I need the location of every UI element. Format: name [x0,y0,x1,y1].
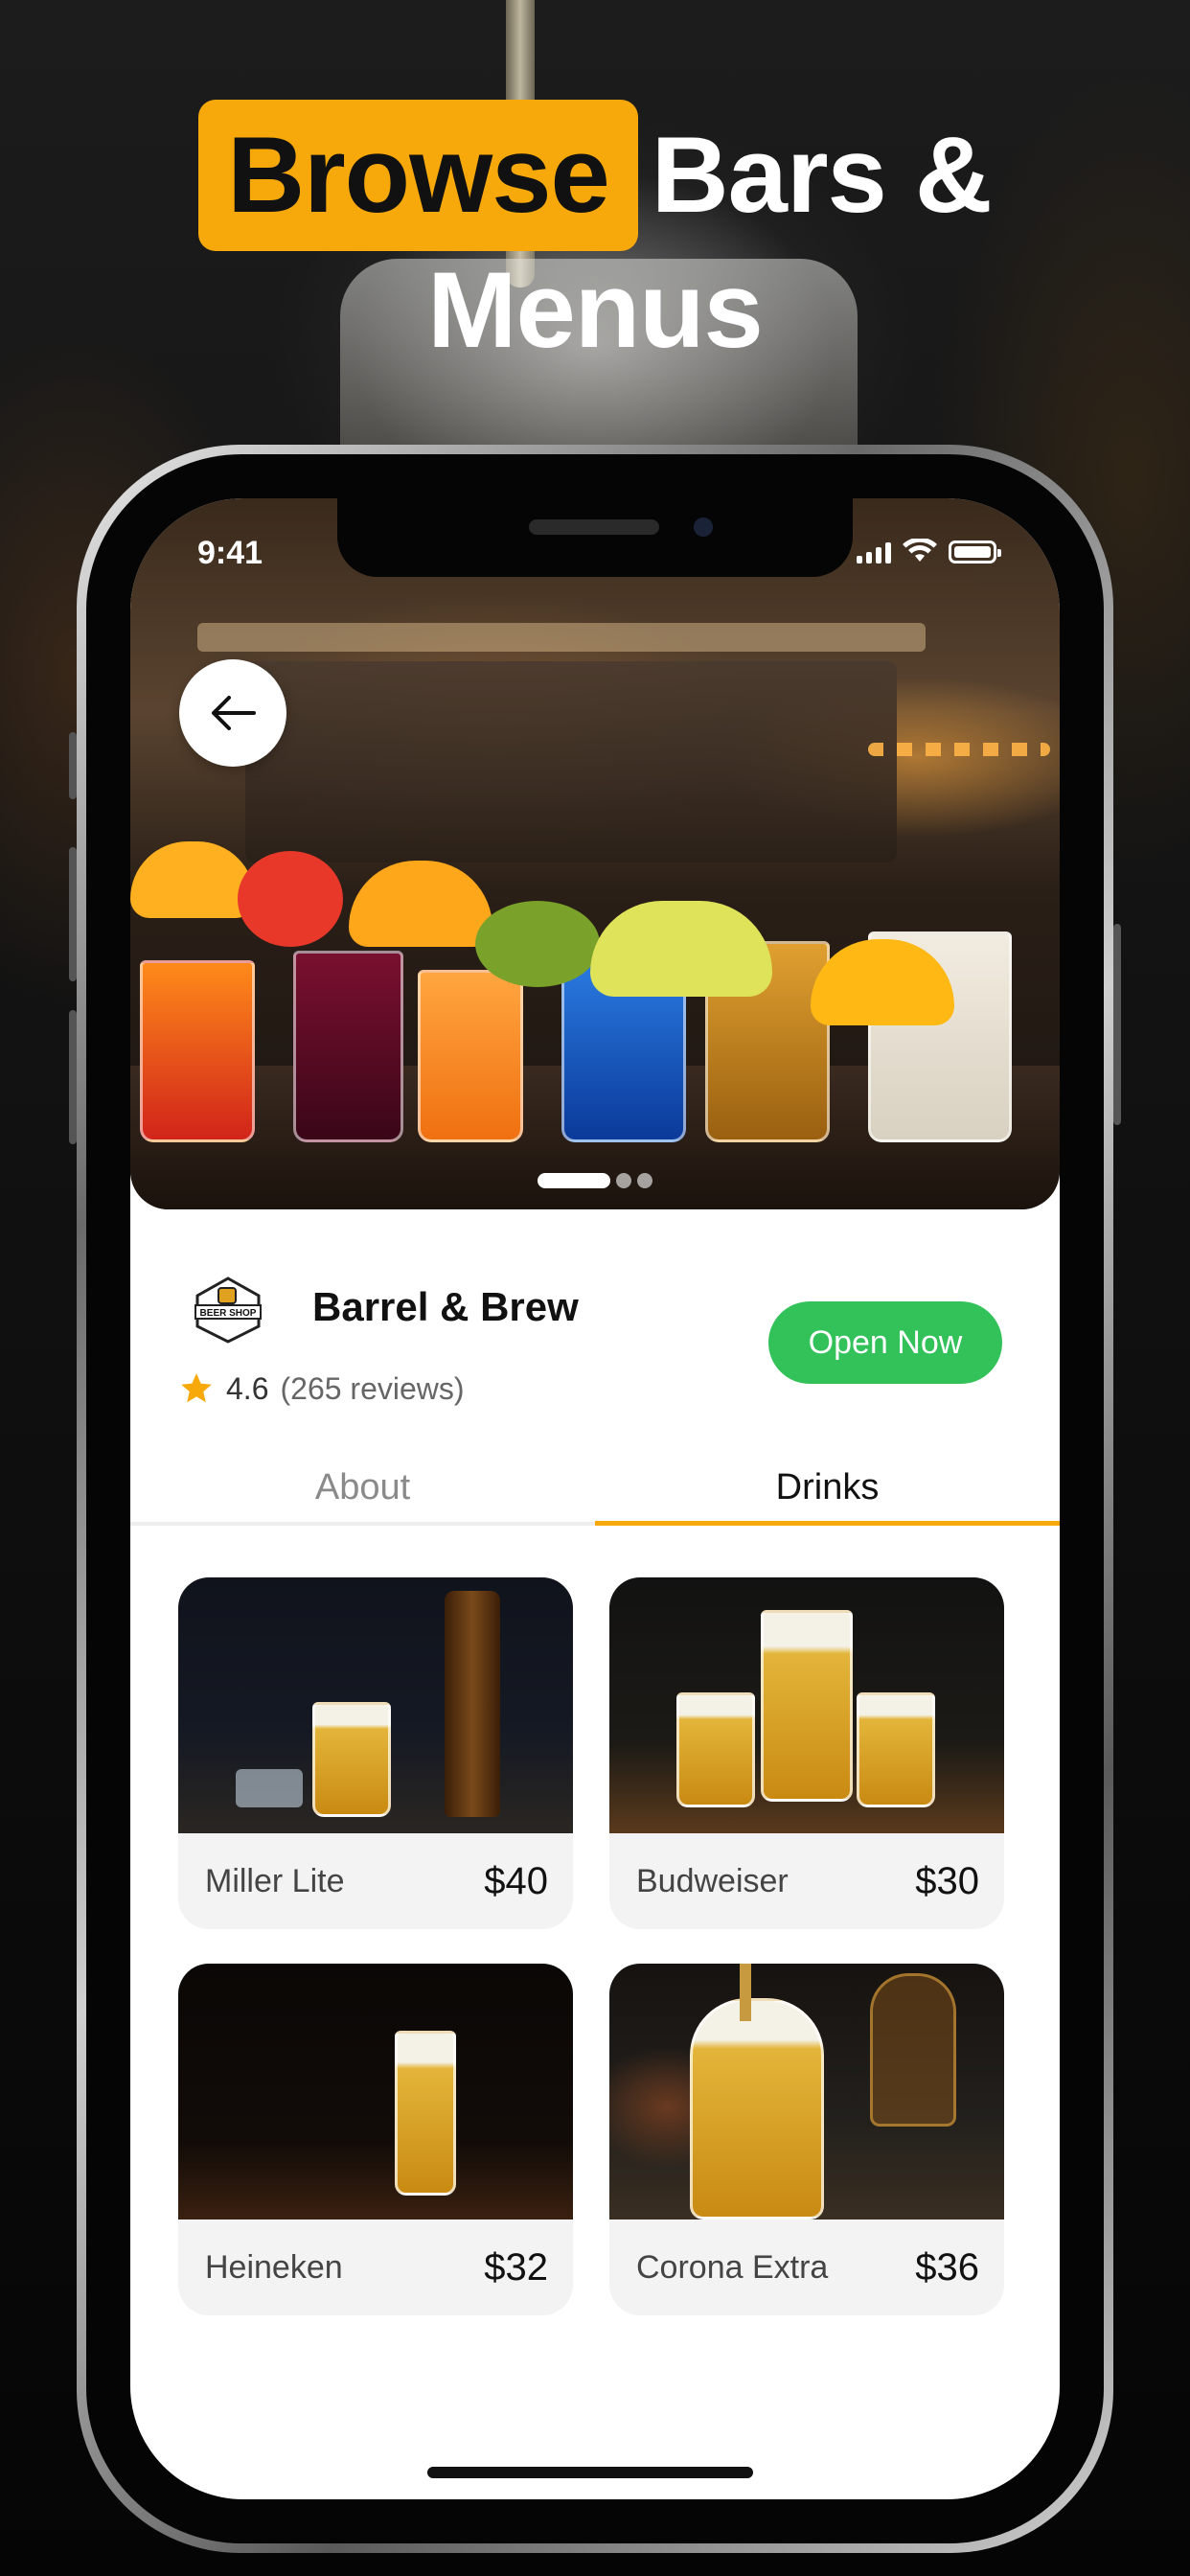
drink-image [609,1964,1004,2220]
hero-orange-slice [130,841,255,918]
drink-name: Budweiser [636,1862,789,1899]
venue-logo-text: BEER SHOP [200,1308,257,1319]
cellular-signal-icon [857,540,891,564]
hero-shot-glass [293,951,403,1142]
phone-screen: 9:41 BEER SHOP Barrel & Brew Open Now 4.… [130,498,1060,2499]
carousel-dot-active[interactable] [538,1173,610,1188]
headline-line2: Menus [427,250,764,370]
hero-bar-shelf [197,623,926,652]
drink-card-miller-lite[interactable]: Miller Lite $40 [178,1577,573,1929]
hero-kiwi-slice [475,901,600,987]
status-icons [857,539,1001,564]
beer-bottle [445,1591,500,1817]
beer-mug [857,1692,935,1807]
open-status-button[interactable]: Open Now [768,1301,1002,1384]
home-indicator[interactable] [427,2467,753,2478]
drinks-grid: Miller Lite $40 Budweiser $30 Heineken $… [178,1577,1004,2315]
wine-glass [870,1973,956,2127]
wifi-icon [903,539,937,562]
beer-glass [690,1998,824,2220]
drink-card-budweiser[interactable]: Budweiser $30 [609,1577,1004,1929]
phone-volume-down [69,1010,77,1144]
beer-glass [395,2031,456,2196]
rating-value: 4.6 [226,1370,269,1406]
phone-power-button [1113,924,1121,1125]
drink-image [609,1577,1004,1833]
drink-price: $30 [915,1859,979,1902]
hero-bar-lights [868,743,1050,756]
tab-drinks[interactable]: Drinks [595,1457,1060,1526]
status-time: 9:41 [197,535,263,571]
drink-name: Corona Extra [636,2248,829,2286]
hero-apple-slice [590,901,772,997]
drink-card-heineken[interactable]: Heineken $32 [178,1964,573,2315]
hero-coffee-machine [245,661,897,862]
phone-frame: 9:41 BEER SHOP Barrel & Brew Open Now 4.… [69,445,1121,2553]
hero-apple-slice [238,851,343,947]
star-icon [181,1373,212,1403]
drink-name: Miller Lite [205,1862,345,1899]
hero-shot-glass [418,970,523,1142]
drink-image [178,1964,573,2220]
ice-cubes [236,1769,303,1807]
phone-bezel: 9:41 BEER SHOP Barrel & Brew Open Now 4.… [86,454,1104,2543]
status-bar: 9:41 [130,498,1060,585]
carousel-dot[interactable] [616,1173,631,1188]
beer-mug [761,1610,853,1802]
hero-orange-slice [349,861,492,947]
hero-shot-glass [140,960,255,1142]
carousel-dots [538,1173,652,1188]
battery-icon [949,540,1001,564]
drink-card-corona-extra[interactable]: Corona Extra $36 [609,1964,1004,2315]
arrow-left-icon [212,696,256,730]
venue-rating: 4.6 (265 reviews) [178,1370,465,1407]
drink-price: $32 [484,2245,548,2288]
drink-price: $40 [484,1859,548,1902]
back-button[interactable] [179,659,286,767]
drink-card-footer: Budweiser $30 [609,1833,1004,1929]
drink-card-footer: Heineken $32 [178,2220,573,2315]
drink-price: $36 [915,2245,979,2288]
review-count: (265 reviews) [280,1370,465,1406]
beer-pour [740,1964,751,2021]
headline-rest: Bars & [651,115,993,235]
venue-name: Barrel & Brew [312,1284,579,1329]
venue-logo: BEER SHOP [192,1273,264,1346]
phone-mute-switch [69,732,77,799]
phone-volume-up [69,847,77,981]
headline-highlight: Browse [198,100,638,251]
headline: Browse Bars & Menus [0,100,1190,378]
drink-card-footer: Corona Extra $36 [609,2220,1004,2315]
venue-hero-image[interactable] [130,498,1060,1209]
drink-card-footer: Miller Lite $40 [178,1833,573,1929]
beer-mug [676,1692,755,1807]
carousel-dot[interactable] [637,1173,652,1188]
tab-about[interactable]: About [130,1457,595,1522]
drink-name: Heineken [205,2248,343,2286]
beer-mug [312,1702,391,1817]
drink-image [178,1577,573,1833]
venue-tabs: About Drinks [130,1457,1060,1526]
